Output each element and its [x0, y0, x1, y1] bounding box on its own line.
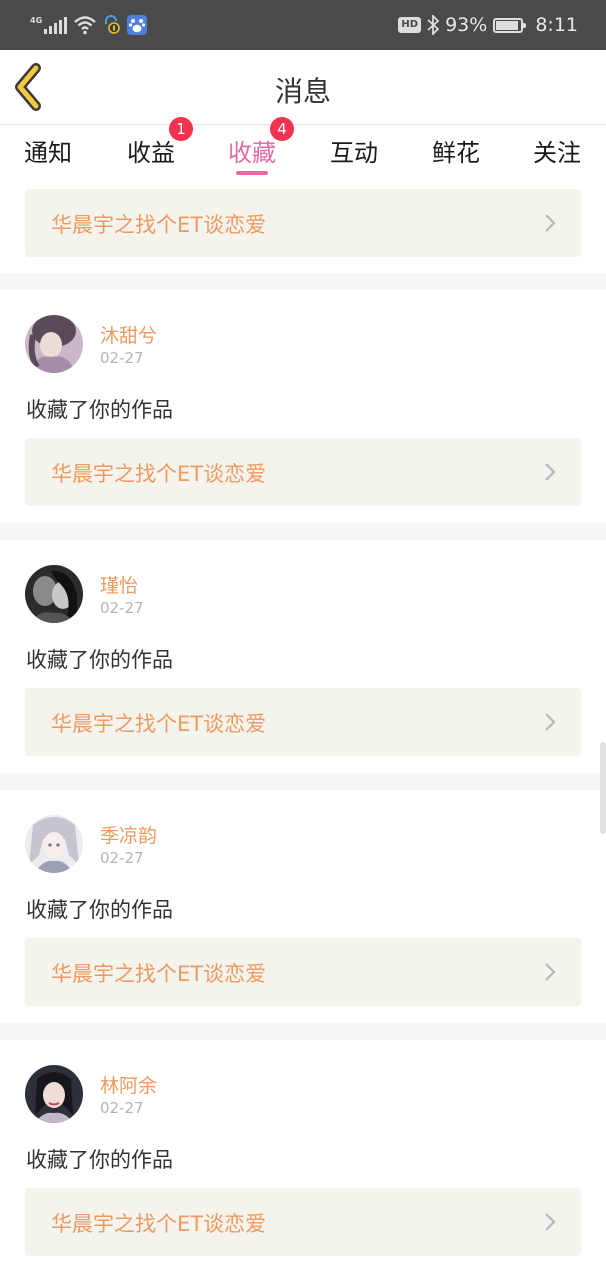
- tab-favorites[interactable]: 收藏: [228, 133, 276, 168]
- hd-badge: HD: [398, 17, 422, 33]
- tab-interactions[interactable]: 互动: [330, 133, 378, 168]
- network-type: 4G: [30, 15, 43, 25]
- list-item: 林阿余 02-27 收藏了你的作品 华晨宇之找个ET谈恋爱: [0, 1040, 606, 1280]
- tab-flowers[interactable]: 鲜花: [432, 133, 480, 168]
- username[interactable]: 瑾怡: [100, 571, 138, 598]
- work-link[interactable]: 华晨宇之找个ET谈恋爱: [25, 189, 581, 257]
- work-link[interactable]: 华晨宇之找个ET谈恋爱: [25, 938, 581, 1006]
- message-date: 02-27: [100, 1099, 144, 1117]
- battery-icon: [493, 17, 527, 33]
- work-title: 华晨宇之找个ET谈恋爱: [51, 213, 267, 237]
- status-bar: 4G HD 93% 8:11: [0, 0, 606, 50]
- chevron-right-icon: [545, 463, 556, 481]
- chevron-right-icon: [545, 1213, 556, 1231]
- action-text: 收藏了你的作品: [26, 1148, 173, 1172]
- earnings-badge: 1: [169, 117, 193, 141]
- bluetooth-icon: [427, 15, 440, 35]
- avatar[interactable]: [25, 815, 83, 873]
- avatar[interactable]: [25, 1065, 83, 1123]
- page-title: 消息: [274, 75, 331, 108]
- baidu-icon: [127, 15, 148, 35]
- tab-bar: 通知 收益 1 收藏 4 互动 鲜花 关注: [0, 117, 606, 177]
- list-item: 季凉韵 02-27 收藏了你的作品 华晨宇之找个ET谈恋爱: [0, 790, 606, 1023]
- clock: 8:11: [535, 14, 578, 36]
- active-tab-indicator: [236, 171, 268, 175]
- action-text: 收藏了你的作品: [26, 648, 173, 672]
- work-title: 华晨宇之找个ET谈恋爱: [51, 712, 267, 736]
- tab-following[interactable]: 关注: [533, 133, 581, 168]
- message-date: 02-27: [100, 849, 144, 867]
- chevron-right-icon: [545, 214, 556, 232]
- nav-header: 消息: [0, 50, 606, 125]
- wifi-icon: [74, 16, 96, 35]
- list-item: 华晨宇之找个ET谈恋爱: [0, 177, 606, 273]
- username[interactable]: 季凉韵: [100, 821, 157, 848]
- tab-earnings[interactable]: 收益: [127, 133, 175, 168]
- list-item: 沐甜兮 02-27 收藏了你的作品 华晨宇之找个ET谈恋爱: [0, 290, 606, 523]
- scrollbar[interactable]: [600, 742, 606, 834]
- message-date: 02-27: [100, 599, 144, 617]
- chevron-right-icon: [545, 963, 556, 981]
- username[interactable]: 林阿余: [100, 1071, 157, 1098]
- work-link[interactable]: 华晨宇之找个ET谈恋爱: [25, 438, 581, 506]
- avatar[interactable]: [25, 315, 83, 373]
- chevron-right-icon: [545, 713, 556, 731]
- favorites-badge: 4: [270, 117, 294, 141]
- work-title: 华晨宇之找个ET谈恋爱: [51, 962, 267, 986]
- vpn-icon: [105, 15, 120, 34]
- battery-percent: 93%: [445, 14, 488, 36]
- work-link[interactable]: 华晨宇之找个ET谈恋爱: [25, 688, 581, 756]
- action-text: 收藏了你的作品: [26, 898, 173, 922]
- list-item: 瑾怡 02-27 收藏了你的作品 华晨宇之找个ET谈恋爱: [0, 540, 606, 773]
- action-text: 收藏了你的作品: [26, 398, 173, 422]
- tab-notifications[interactable]: 通知: [24, 133, 72, 168]
- username[interactable]: 沐甜兮: [100, 321, 157, 348]
- message-date: 02-27: [100, 349, 144, 367]
- avatar[interactable]: [25, 565, 83, 623]
- work-title: 华晨宇之找个ET谈恋爱: [51, 462, 267, 486]
- signal-icon: [44, 16, 68, 34]
- work-title: 华晨宇之找个ET谈恋爱: [51, 1212, 267, 1236]
- work-link[interactable]: 华晨宇之找个ET谈恋爱: [25, 1188, 581, 1256]
